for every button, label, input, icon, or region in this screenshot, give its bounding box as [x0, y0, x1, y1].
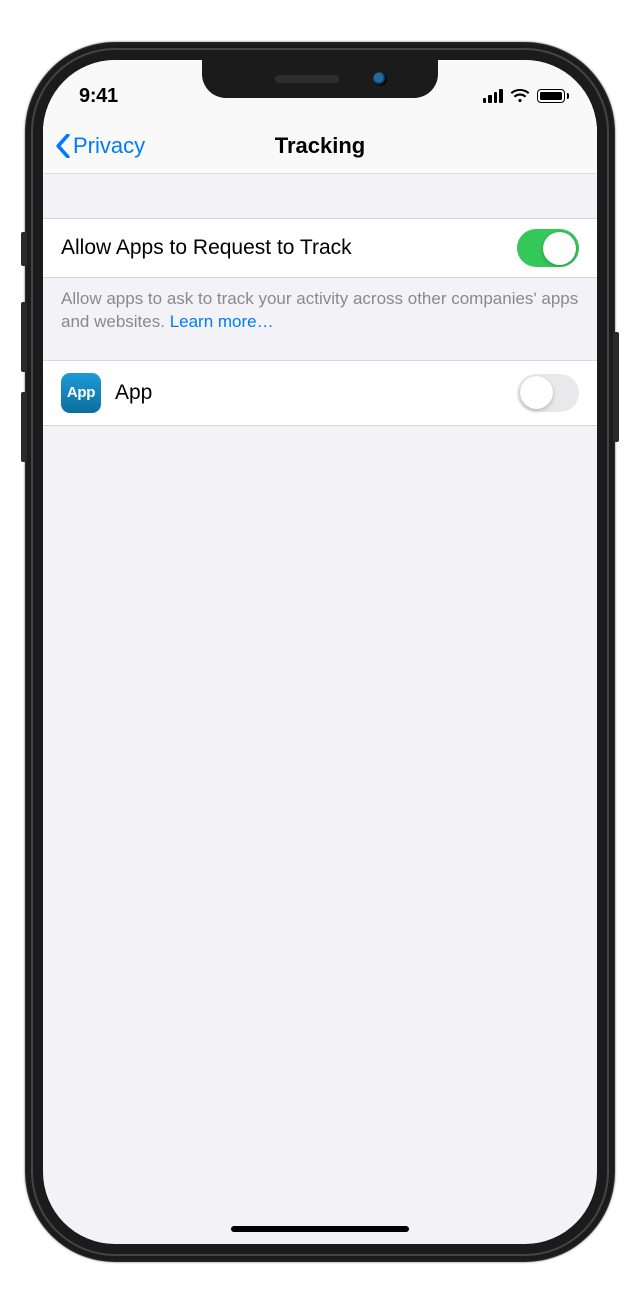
home-indicator[interactable]	[231, 1226, 409, 1232]
app-tracking-row: App App	[43, 360, 597, 426]
allow-tracking-row: Allow Apps to Request to Track	[43, 218, 597, 278]
allow-tracking-description: Allow apps to ask to track your activity…	[43, 278, 597, 360]
phone-frame: 9:41	[25, 42, 615, 1262]
wifi-icon	[510, 89, 530, 103]
chevron-left-icon	[55, 134, 71, 158]
allow-tracking-label: Allow Apps to Request to Track	[61, 236, 352, 260]
speaker-grille	[275, 75, 339, 83]
volume-up-btn	[21, 302, 27, 372]
status-icons	[483, 89, 570, 103]
screen: 9:41	[43, 60, 597, 1244]
cellular-signal-icon	[483, 89, 503, 103]
app-name-label: App	[115, 381, 503, 405]
front-camera	[373, 72, 387, 86]
notch	[202, 60, 438, 98]
app-tracking-toggle[interactable]	[517, 374, 579, 412]
mute-switch	[21, 232, 27, 266]
status-time: 9:41	[79, 85, 118, 108]
battery-icon	[537, 89, 570, 103]
description-text: Allow apps to ask to track your activity…	[61, 289, 578, 331]
content: Allow Apps to Request to Track Allow app…	[43, 174, 597, 426]
app-icon: App	[61, 373, 101, 413]
allow-tracking-toggle[interactable]	[517, 229, 579, 267]
learn-more-link[interactable]: Learn more…	[170, 312, 274, 331]
back-button[interactable]: Privacy	[55, 133, 145, 159]
volume-down-btn	[21, 392, 27, 462]
nav-header: Privacy Tracking	[43, 118, 597, 174]
back-label: Privacy	[73, 133, 145, 159]
power-btn	[613, 332, 619, 442]
